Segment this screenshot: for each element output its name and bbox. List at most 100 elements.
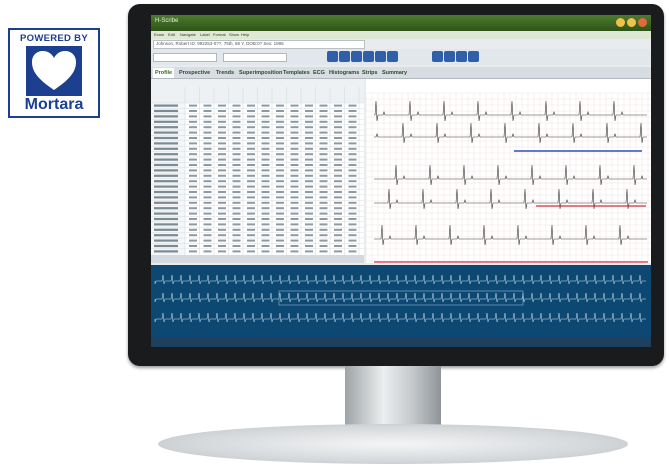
table-cell xyxy=(189,201,197,204)
table-cell xyxy=(261,169,270,172)
tab-histograms[interactable]: Histograms xyxy=(327,68,361,78)
full-disclosure-panel xyxy=(151,265,651,337)
table-time-cell xyxy=(154,250,178,253)
nav-next-page-button[interactable] xyxy=(375,51,386,62)
table-cell xyxy=(348,137,357,139)
toolbar-scale-select[interactable] xyxy=(223,53,287,62)
tab-prospective[interactable]: Prospective xyxy=(177,68,212,78)
tool-print-button[interactable] xyxy=(468,51,479,62)
menu-bar: Exam Edit Navigate Label Format Show Hel… xyxy=(151,31,651,39)
table-cell xyxy=(348,153,357,156)
toolbar-select[interactable] xyxy=(153,53,217,62)
table-cell xyxy=(247,250,255,253)
table-scrollbar[interactable] xyxy=(151,255,364,263)
table-cell xyxy=(261,239,270,242)
profile-table xyxy=(151,79,364,255)
nav-next-button[interactable] xyxy=(363,51,374,62)
table-cell xyxy=(305,228,313,231)
table-cell xyxy=(218,147,226,150)
table-cell xyxy=(261,147,270,150)
menu-item-exam[interactable]: Exam xyxy=(154,32,164,37)
nav-prev-button[interactable] xyxy=(351,51,362,62)
table-cell xyxy=(276,174,284,177)
table-cell xyxy=(261,191,270,193)
table-time-cell xyxy=(154,126,178,129)
table-cell xyxy=(189,169,197,172)
table-cell xyxy=(189,110,197,112)
table-cell xyxy=(319,153,328,156)
monitor-stand-base xyxy=(158,424,628,464)
table-cell xyxy=(290,228,299,231)
table-cell xyxy=(290,218,299,220)
ecg-strip-panel xyxy=(365,79,651,263)
table-time-cell xyxy=(154,190,178,194)
table-cell xyxy=(218,120,226,123)
menu-item-show[interactable]: Show xyxy=(229,32,239,37)
table-cell xyxy=(203,234,212,237)
table-cell xyxy=(261,180,270,183)
table-cell xyxy=(232,142,241,145)
table-cell xyxy=(305,245,313,247)
maximize-icon[interactable] xyxy=(627,18,636,27)
table-cell xyxy=(247,218,255,220)
table-cell xyxy=(334,234,342,237)
table-cell xyxy=(305,126,313,129)
table-cell xyxy=(203,212,212,215)
table-cell xyxy=(276,201,284,204)
table-cell xyxy=(203,169,212,172)
tab-strips[interactable]: Strips xyxy=(360,68,380,78)
menu-item-help[interactable]: Help xyxy=(241,32,249,37)
table-cell xyxy=(348,185,357,188)
table-cell xyxy=(319,250,328,253)
table-cell xyxy=(305,174,313,177)
table-cell xyxy=(232,153,241,156)
table-cell xyxy=(334,126,342,129)
table-cell xyxy=(261,110,270,112)
tool-caliper-button[interactable] xyxy=(432,51,443,62)
table-cell xyxy=(305,153,313,156)
table-cell xyxy=(276,131,284,134)
tab-trends[interactable]: Trends xyxy=(214,68,236,78)
table-cell xyxy=(261,207,270,210)
table-cell xyxy=(305,169,313,172)
menu-item-navigate[interactable]: Navigate xyxy=(180,32,196,37)
table-cell xyxy=(290,174,299,177)
table-time-cell xyxy=(154,174,178,177)
table-cell xyxy=(276,228,284,231)
heart-icon xyxy=(26,46,82,96)
table-cell xyxy=(348,196,357,199)
table-time-column xyxy=(151,103,185,255)
nav-last-button[interactable] xyxy=(387,51,398,62)
table-cell xyxy=(218,164,226,166)
tab-summary[interactable]: Summary xyxy=(380,68,409,78)
table-time-cell xyxy=(154,163,178,167)
table-cell xyxy=(189,174,197,177)
table-cell xyxy=(247,115,255,118)
table-cell xyxy=(247,234,255,237)
table-cell xyxy=(203,126,212,129)
table-cell xyxy=(261,164,270,166)
tab-profile[interactable]: Profile xyxy=(153,68,175,78)
table-cell xyxy=(290,142,299,145)
tool-zoom-button[interactable] xyxy=(456,51,467,62)
tab-superimposition[interactable]: Superimposition xyxy=(237,68,284,78)
table-cell xyxy=(189,147,197,150)
nav-prev-page-button[interactable] xyxy=(339,51,350,62)
tab-templates[interactable]: Templates xyxy=(281,68,312,78)
close-icon[interactable] xyxy=(638,18,647,27)
menu-item-format[interactable]: Format xyxy=(213,32,226,37)
patient-info-field: Johnson, Robert ID: 992253-0??, 75th, 68… xyxy=(153,40,365,49)
table-cell xyxy=(290,153,299,156)
table-cell xyxy=(319,104,328,107)
minimize-icon[interactable] xyxy=(616,18,625,27)
nav-first-button[interactable] xyxy=(327,51,338,62)
table-cell xyxy=(232,180,241,183)
table-cell xyxy=(348,245,357,247)
table-cell xyxy=(218,137,226,139)
tab-ecg[interactable]: ECG xyxy=(311,68,327,78)
table-cell xyxy=(334,120,342,123)
table-cell xyxy=(247,239,255,242)
menu-item-label[interactable]: Label xyxy=(200,32,210,37)
tool-measure-button[interactable] xyxy=(444,51,455,62)
menu-item-edit[interactable]: Edit xyxy=(168,32,175,37)
